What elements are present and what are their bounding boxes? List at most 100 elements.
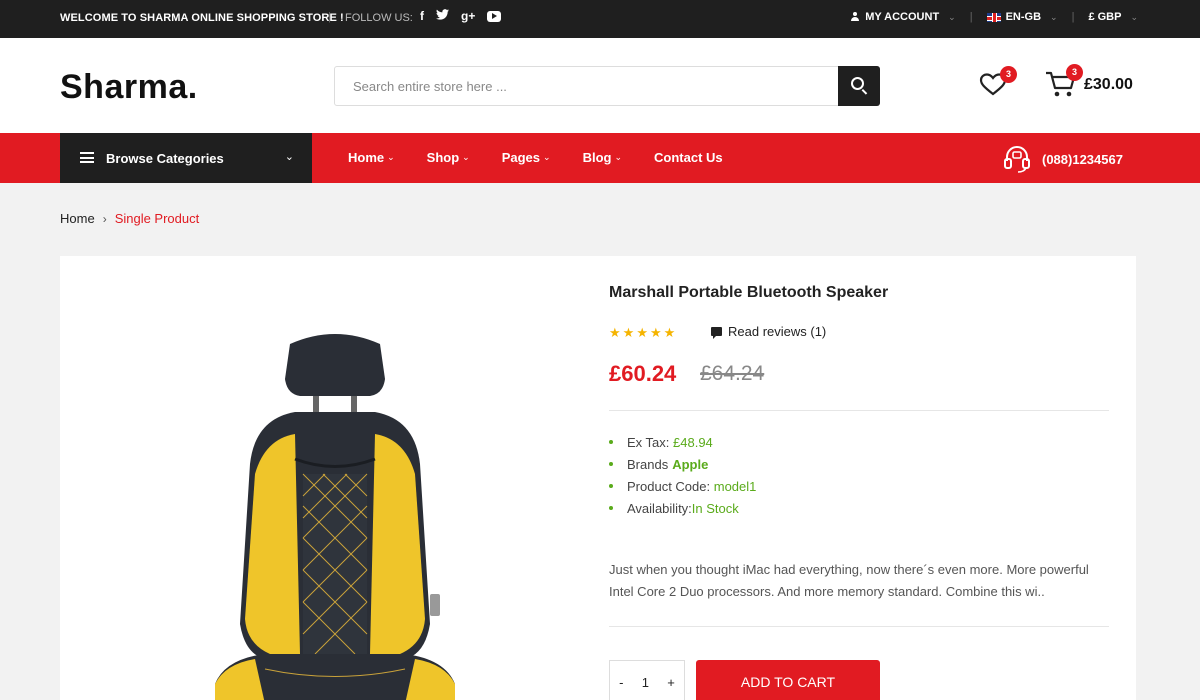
product-description: Just when you thought iMac had everythin… — [609, 562, 1089, 599]
chevron-down-icon: ⌄ — [543, 152, 551, 162]
nav-menu: Home ⌄ Shop ⌄ Pages ⌄ Blog ⌄ Contact Us — [348, 150, 755, 165]
chevron-down-icon: ⌄ — [387, 152, 395, 162]
follow-us-label: FOLLOW US: — [345, 12, 413, 24]
product-panel: Marshall Portable Bluetooth Speaker ★ ★ … — [60, 256, 1136, 700]
bullet-icon — [609, 462, 613, 466]
product-specs: Ex Tax: £48.94 Brands Apple Product Code:… — [609, 431, 756, 519]
browse-categories-label: Browse Categories — [106, 151, 224, 166]
spec-ex-tax: Ex Tax: £48.94 — [609, 431, 756, 453]
nav-item-label: Pages — [501, 150, 541, 165]
browse-categories-button[interactable]: Browse Categories ⌄ — [60, 133, 312, 183]
spec-label: Product Code: — [627, 478, 711, 494]
google-plus-icon[interactable]: g+ — [461, 9, 475, 23]
rating-stars: ★ ★ ★ ★ ★ — [609, 325, 675, 341]
star-icon: ★ — [609, 325, 621, 340]
breadcrumb-home[interactable]: Home — [60, 211, 95, 226]
spec-availability: Availability: In Stock — [609, 497, 756, 519]
star-icon: ★ — [663, 325, 676, 340]
menu-icon — [80, 152, 94, 163]
read-reviews-link[interactable]: Read reviews (1) — [711, 324, 826, 339]
cart-button[interactable]: 3 — [1044, 64, 1084, 100]
phone-number: (088)1234567 — [1042, 151, 1123, 167]
comment-icon — [711, 327, 722, 339]
search-bar — [334, 66, 880, 106]
divider: | — [328, 11, 331, 23]
welcome-text: WELCOME TO SHARMA ONLINE SHOPPING STORE … — [60, 12, 344, 24]
star-icon: ★ — [649, 325, 662, 340]
spec-value: £48.94 — [673, 434, 713, 450]
divider: | — [969, 11, 973, 23]
nav-item-blog[interactable]: Blog ⌄ — [583, 150, 622, 165]
divider — [609, 626, 1109, 627]
divider — [609, 410, 1109, 411]
nav-item-label: Home — [348, 150, 385, 165]
logo[interactable]: Sharma. — [60, 68, 198, 107]
chevron-right-icon: › — [102, 211, 107, 226]
nav-item-label: Shop — [426, 150, 460, 165]
my-account-label: MY ACCOUNT — [865, 11, 940, 23]
cart-count-badge: 3 — [1066, 64, 1083, 81]
increase-quantity-button[interactable]: + — [667, 675, 675, 690]
social-links: f g+ — [420, 9, 502, 23]
cart-total[interactable]: £30.00 — [1084, 76, 1133, 94]
nav-item-label: Contact Us — [654, 150, 723, 165]
language-dropdown[interactable]: EN-GB ⌄ — [986, 11, 1058, 23]
wishlist-count-badge: 3 — [1000, 66, 1017, 83]
bullet-icon — [609, 484, 613, 488]
currency-label: £ GBP — [1088, 11, 1122, 23]
twitter-icon[interactable] — [436, 9, 449, 23]
search-input[interactable] — [335, 67, 825, 105]
my-account-dropdown[interactable]: MY ACCOUNT ⌄ — [850, 11, 956, 23]
read-reviews-label: Read reviews (1) — [728, 324, 827, 339]
breadcrumb: Home › Single Product — [60, 211, 199, 226]
user-icon — [850, 12, 860, 22]
breadcrumb-current: Single Product — [114, 211, 200, 226]
spec-label: Ex Tax: — [627, 434, 670, 450]
spec-value: model1 — [713, 478, 757, 494]
spec-label: Brands — [627, 456, 669, 472]
quantity-stepper: - 1 + — [609, 660, 685, 700]
chevron-down-icon: ⌄ — [1050, 11, 1058, 22]
nav-item-label: Blog — [582, 150, 612, 165]
site-header: Sharma. 3 3 £30.00 — [0, 38, 1200, 133]
nav-item-home[interactable]: Home ⌄ — [348, 150, 395, 165]
top-bar: WELCOME TO SHARMA ONLINE SHOPPING STORE … — [0, 0, 1200, 38]
chevron-down-icon: ⌄ — [1130, 11, 1138, 22]
spec-value[interactable]: Apple — [672, 457, 708, 472]
youtube-icon[interactable] — [487, 11, 502, 22]
bullet-icon — [609, 440, 613, 444]
quantity-value[interactable]: 1 — [642, 675, 649, 690]
decrease-quantity-button[interactable]: - — [619, 675, 623, 690]
spec-brands: Brands Apple — [609, 453, 756, 475]
headset-icon — [1004, 146, 1030, 173]
price-new: £60.24 — [609, 361, 677, 386]
product-title: Marshall Portable Bluetooth Speaker — [609, 284, 889, 301]
star-icon: ★ — [622, 325, 635, 340]
car-seat-image — [215, 334, 455, 700]
currency-dropdown[interactable]: £ GBP ⌄ — [1088, 11, 1138, 23]
chevron-down-icon: ⌄ — [462, 152, 470, 162]
main-nav: Browse Categories ⌄ Home ⌄ Shop ⌄ Pages ⌄ B… — [0, 133, 1200, 183]
spec-label: Availability: — [627, 500, 692, 516]
price-old: £64.24 — [700, 362, 765, 385]
uk-flag-icon — [986, 12, 1001, 22]
divider: | — [1071, 11, 1075, 23]
nav-item-shop[interactable]: Shop ⌄ — [427, 150, 470, 165]
bullet-icon — [609, 506, 613, 510]
nav-item-pages[interactable]: Pages ⌄ — [502, 150, 551, 165]
nav-item-contact-us[interactable]: Contact Us — [654, 150, 723, 165]
spec-product-code: Product Code: model1 — [609, 475, 756, 497]
spec-value: In Stock — [691, 500, 739, 516]
language-label: EN-GB — [1005, 11, 1042, 23]
search-button[interactable] — [838, 66, 880, 106]
facebook-icon[interactable]: f — [420, 9, 424, 23]
search-icon — [851, 77, 864, 90]
product-image[interactable] — [195, 324, 475, 700]
chevron-down-icon: ⌄ — [948, 11, 956, 22]
chevron-down-icon: ⌄ — [614, 152, 623, 162]
add-to-cart-button[interactable]: ADD TO CART — [696, 660, 880, 700]
chevron-down-icon: ⌄ — [284, 151, 294, 163]
wishlist-button[interactable]: 3 — [978, 66, 1017, 98]
star-icon: ★ — [636, 325, 648, 340]
support-phone[interactable]: (088)1234567 — [1002, 144, 1123, 174]
